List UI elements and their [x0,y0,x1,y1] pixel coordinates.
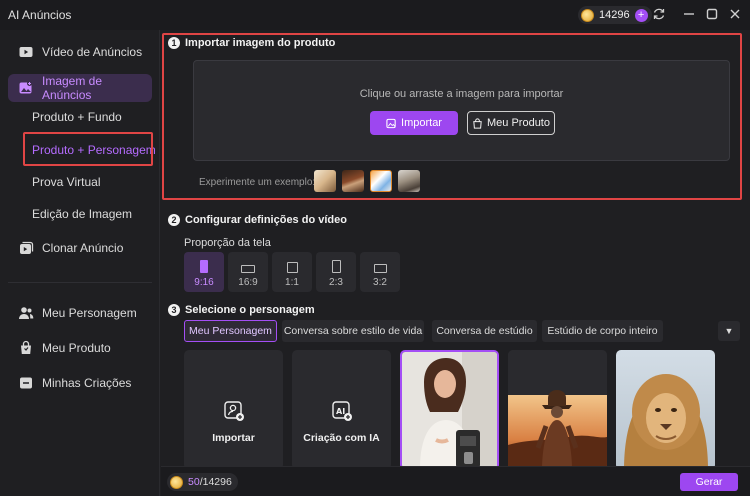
ratio-label: 2:3 [329,277,343,288]
tab-my-character[interactable]: Meu Personagem [184,320,277,342]
sidebar-item-label: Meu Personagem [42,306,137,320]
import-label: Importar [401,117,442,129]
ratio-portrait-icon [331,260,341,273]
cost-used: 50 [188,476,200,488]
bottom-bar: 50 /14296 Gerar [161,466,750,496]
step1-title: 1 Importar imagem do produto [168,37,335,49]
sidebar-divider [8,282,152,283]
highlight-box-subitem [23,132,153,166]
ai-create-icon: AI [331,401,352,421]
image-dropzone[interactable]: Clique ou arraste a imagem para importar… [193,60,730,161]
cost-indicator: 50 /14296 [167,473,238,491]
ratio-label: 16:9 [238,277,258,288]
ratio-label: 9:16 [194,277,214,288]
generate-button[interactable]: Gerar [680,473,738,491]
ratio-label: 3:2 [373,277,387,288]
aspect-ratio-label: Proporção da tela [184,237,271,249]
subitem-product-background[interactable]: Produto + Fundo [32,110,122,124]
step1-title-text: Importar imagem do produto [185,37,336,49]
character-photo-woman [402,352,497,468]
character-card-woman-kitchen[interactable] [400,350,499,470]
sidebar-item-label: Meu Produto [42,341,111,355]
sidebar-item-clone-ad[interactable]: Clonar Anúncio [8,234,152,262]
credits-badge[interactable]: 14296 + [578,6,652,24]
sidebar-item-label: Vídeo de Anúncios [42,45,143,59]
video-icon [18,44,34,60]
sidebar: Vídeo de Anúncios Imagem de Anúncios Pro… [0,30,160,496]
ratio-portrait-icon [200,260,208,273]
character-photo-lion [616,350,715,470]
image-icon [18,80,34,96]
example-thumb-4[interactable] [398,170,420,192]
tab-lifestyle-conversation[interactable]: Conversa sobre estilo de vida [282,320,424,342]
example-thumb-3[interactable] [370,170,392,192]
minimize-icon[interactable] [681,7,697,23]
example-label: Experimente um exemplo: [199,177,316,188]
subitem-virtual-tryon[interactable]: Prova Virtual [32,175,100,189]
example-thumb-2[interactable] [342,170,364,192]
my-product-label: Meu Produto [487,117,550,129]
character-photo-cowboy [508,350,607,470]
image-add-icon [386,118,396,128]
coin-icon [581,8,594,22]
refresh-icon[interactable] [651,7,667,23]
main-panel: 1 Importar imagem do produto Clique ou a… [161,30,750,496]
sidebar-item-image-ads[interactable]: Imagem de Anúncios [8,74,152,102]
sidebar-item-my-creations[interactable]: Minhas Criações [8,369,152,397]
card-label: Importar [212,432,255,444]
title-bar: AI Anúncios 14296 + [0,0,750,30]
my-product-button[interactable]: Meu Produto [467,111,555,135]
step3-title: 3 Selecione o personagem [168,304,315,316]
ratio-landscape-icon [241,265,255,273]
step2-number: 2 [168,214,180,226]
ratio-option-16-9[interactable]: 16:9 [228,252,268,292]
step3-title-text: Selecione o personagem [185,304,315,316]
bag-icon [18,340,34,356]
example-thumb-1[interactable] [314,170,336,192]
sidebar-item-label: Minhas Criações [42,376,132,390]
add-credits-button[interactable]: + [634,8,648,22]
sidebar-item-video-ads[interactable]: Vídeo de Anúncios [8,38,152,66]
person-add-icon [223,401,244,421]
bag-small-icon [473,117,482,129]
sidebar-item-label: Clonar Anúncio [42,241,124,255]
import-image-button[interactable]: Importar [370,111,458,135]
character-card-lion[interactable] [616,350,715,470]
ratio-option-1-1[interactable]: 1:1 [272,252,312,292]
ratio-option-3-2[interactable]: 3:2 [360,252,400,292]
credits-value: 14296 [599,9,630,21]
sidebar-item-label: Imagem de Anúncios [42,74,103,102]
card-label: Criação com IA [303,432,380,444]
ai-creation-card[interactable]: AI Criação com IA [292,350,391,470]
dropzone-hint: Clique ou arraste a imagem para importar [359,88,564,100]
step2-title-text: Configurar definições do vídeo [185,214,347,226]
character-card-cowboy-robot[interactable] [508,350,607,470]
clone-icon [18,240,34,256]
chevron-down-icon[interactable]: ▼ [718,321,740,341]
import-character-card[interactable]: Importar [184,350,283,470]
step3-number: 3 [168,304,180,316]
folder-icon [18,375,34,391]
people-icon [18,305,34,321]
step1-number: 1 [168,37,180,49]
ratio-option-9-16[interactable]: 9:16 [184,252,224,292]
svg-text:AI: AI [336,407,345,416]
ratio-label: 1:1 [285,277,299,288]
step2-title: 2 Configurar definições do vídeo [168,214,347,226]
sidebar-item-my-product[interactable]: Meu Produto [8,334,152,362]
ratio-option-2-3[interactable]: 2:3 [316,252,356,292]
ratio-square-icon [286,262,298,273]
close-icon[interactable] [727,7,743,23]
app-title: AI Anúncios [8,8,72,22]
tab-full-body-studio[interactable]: Estúdio de corpo inteiro [542,320,663,342]
maximize-icon[interactable] [704,7,720,23]
coin-icon [170,475,183,489]
sidebar-item-my-character[interactable]: Meu Personagem [8,299,152,327]
ratio-landscape-icon [373,264,387,273]
tab-studio-conversation[interactable]: Conversa de estúdio [432,320,537,342]
subitem-image-edit[interactable]: Edição de Imagem [32,207,132,221]
app-window: AI Anúncios 14296 + Vídeo de Anúncios Im… [0,0,750,496]
cost-total: /14296 [199,476,232,488]
